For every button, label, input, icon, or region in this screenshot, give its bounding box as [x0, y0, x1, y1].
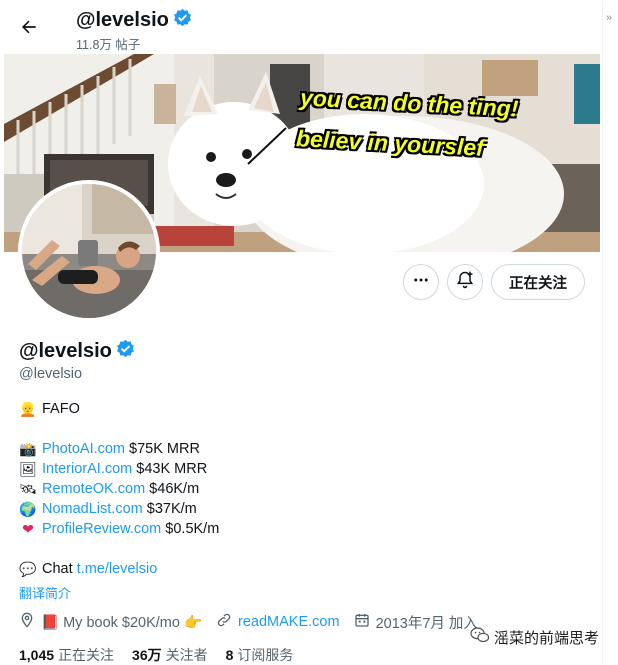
avatar-photo [22, 184, 156, 318]
subscriptions-count: 8 [225, 647, 234, 663]
notifications-button[interactable] [447, 264, 483, 300]
bio-text: FAFO [42, 401, 80, 417]
followers-count: 36万 [132, 647, 162, 663]
profile-page: @levelsio 11.8万 帖子 you can do the ting! … [0, 0, 603, 665]
bio-line-fafo: 👱 FAFO [19, 399, 80, 419]
location-pin-icon [19, 612, 41, 632]
bio-text: $37K/m [142, 501, 197, 517]
following-button[interactable]: 正在关注 [491, 264, 585, 300]
bio-text: Chat [42, 561, 77, 577]
person-emoji-icon: 👱 [19, 401, 37, 417]
following-count-link[interactable]: 1,045 正在关注 [19, 645, 114, 665]
watermark-text: 滛菜的前端思考 [494, 629, 600, 647]
header-name: @levelsio [76, 9, 169, 31]
bio-line-interiorai: 🖼 InteriorAI.com $43K MRR [19, 459, 207, 479]
profile-display-name: @levelsio [19, 340, 112, 362]
back-arrow-icon[interactable] [16, 14, 42, 40]
heart-fire-emoji-icon: ❤ [22, 521, 34, 537]
translate-bio-link[interactable]: 翻译简介 [19, 583, 71, 602]
bio-link-interiorai[interactable]: InteriorAI.com [42, 459, 132, 479]
picture-emoji-icon: 🖼 [19, 461, 37, 477]
satellite-emoji-icon: 🛰 [19, 481, 37, 497]
bio-line-remoteok: 🛰 RemoteOK.com $46K/m [19, 479, 199, 499]
camera-emoji-icon: 📸 [19, 441, 37, 457]
joined-date: 2013年7月 加入 [375, 615, 478, 632]
more-dots-icon [412, 271, 430, 294]
bio-link-photoai[interactable]: PhotoAI.com [42, 439, 125, 459]
globe-emoji-icon: 🌍 [19, 501, 37, 517]
bio-line-photoai: 📸 PhotoAI.com $75K MRR [19, 439, 200, 459]
header-title: @levelsio [76, 8, 192, 33]
bio-text: $46K/m [145, 481, 200, 497]
followers-count-link[interactable]: 36万 关注者 [132, 645, 208, 665]
location-text: 📕 My book $20K/mo 👉 [41, 614, 203, 631]
bio-line-profilereview: ❤ ProfileReview.com $0.5K/m [19, 519, 219, 539]
link-chain-icon [216, 612, 238, 632]
bio-text: $75K MRR [125, 441, 200, 457]
post-count: 11.8万 帖子 [76, 38, 141, 52]
bio-link-nomadlist[interactable]: NomadList.com [42, 499, 143, 519]
follow-stats: 1,045 正在关注 36万 关注者 8 订阅服务 [19, 645, 311, 665]
bio-line-chat: 💬 Chat t.me/levelsio [19, 559, 157, 579]
watermark: 滛菜的前端思考 [470, 626, 599, 648]
speech-bubble-emoji-icon: 💬 [19, 561, 37, 577]
bell-plus-icon [455, 270, 475, 295]
bio-text: $0.5K/m [161, 521, 220, 537]
profile-handle: @levelsio [19, 366, 83, 382]
bio-link-remoteok[interactable]: RemoteOK.com [42, 479, 145, 499]
following-count: 1,045 [19, 647, 55, 663]
bio-line-nomadlist: 🌍 NomadList.com $37K/m [19, 499, 197, 519]
bio-link-profilereview[interactable]: ProfileReview.com [42, 519, 161, 539]
profile-header-bar: @levelsio 11.8万 帖子 [0, 0, 602, 54]
right-edge-panel [603, 0, 618, 665]
calendar-icon [354, 612, 376, 632]
profile-meta-row: 📕 My book $20K/mo 👉 readMAKE.com 2013年7月… [19, 612, 492, 632]
following-label: 正在关注 [58, 647, 115, 663]
more-options-button[interactable] [403, 264, 439, 300]
verified-badge-icon [173, 8, 192, 33]
followers-label: 关注者 [165, 647, 208, 663]
verified-badge-icon [116, 339, 135, 364]
bio-text: $43K MRR [132, 461, 208, 477]
avatar[interactable] [18, 180, 160, 322]
subscriptions-label: 订阅服务 [237, 647, 294, 663]
bio-link-telegram[interactable]: t.me/levelsio [77, 559, 158, 579]
profile-name: @levelsio [19, 339, 135, 364]
collapse-chevron-icon[interactable]: » [606, 12, 612, 24]
location-item: 📕 My book $20K/mo 👉 [19, 612, 202, 632]
joined-item: 2013年7月 加入 [354, 612, 478, 633]
subscriptions-count-link[interactable]: 8 订阅服务 [226, 645, 294, 665]
website-item: readMAKE.com [216, 612, 340, 632]
wechat-logo-icon [470, 626, 494, 648]
website-link[interactable]: readMAKE.com [238, 614, 340, 630]
